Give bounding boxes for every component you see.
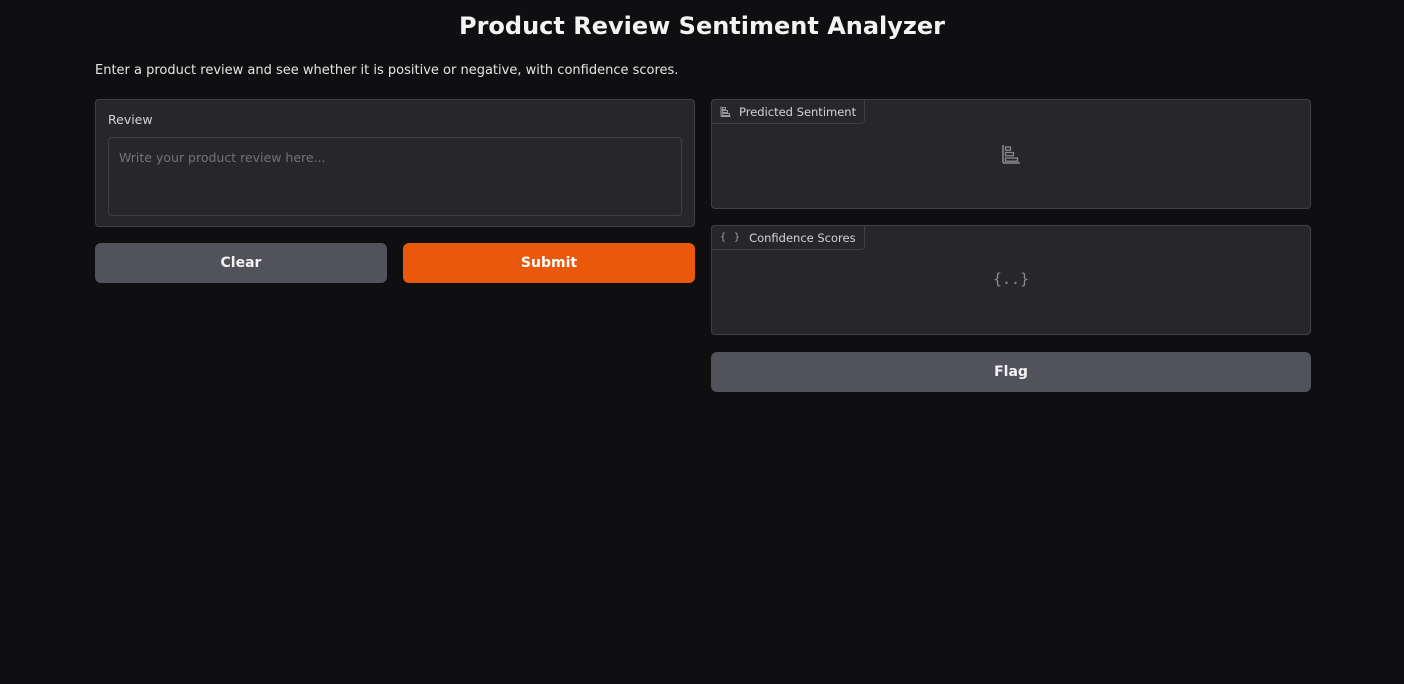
predicted-sentiment-tab: Predicted Sentiment xyxy=(711,99,866,124)
predicted-sentiment-label: Predicted Sentiment xyxy=(739,104,857,119)
bar-chart-icon xyxy=(720,106,731,117)
confidence-scores-label: Confidence Scores xyxy=(749,230,856,245)
json-placeholder-icon: {..} xyxy=(992,270,1030,288)
confidence-scores-tab: { } Confidence Scores xyxy=(711,225,865,250)
submit-button[interactable]: Submit xyxy=(403,243,695,283)
review-textarea[interactable] xyxy=(108,137,682,216)
review-label: Review xyxy=(108,112,153,127)
confidence-scores-panel: { } Confidence Scores {..} xyxy=(711,225,1311,335)
page-description: Enter a product review and see whether i… xyxy=(95,63,679,78)
review-input-panel: Review xyxy=(95,99,695,227)
flag-button[interactable]: Flag xyxy=(711,352,1311,392)
bar-chart-placeholder-icon xyxy=(712,144,1310,164)
app-page: Product Review Sentiment Analyzer Enter … xyxy=(0,0,1404,684)
predicted-sentiment-panel: Predicted Sentiment xyxy=(711,99,1311,209)
json-braces-icon: { } xyxy=(720,232,742,243)
clear-button[interactable]: Clear xyxy=(95,243,387,283)
page-title: Product Review Sentiment Analyzer xyxy=(458,12,946,40)
